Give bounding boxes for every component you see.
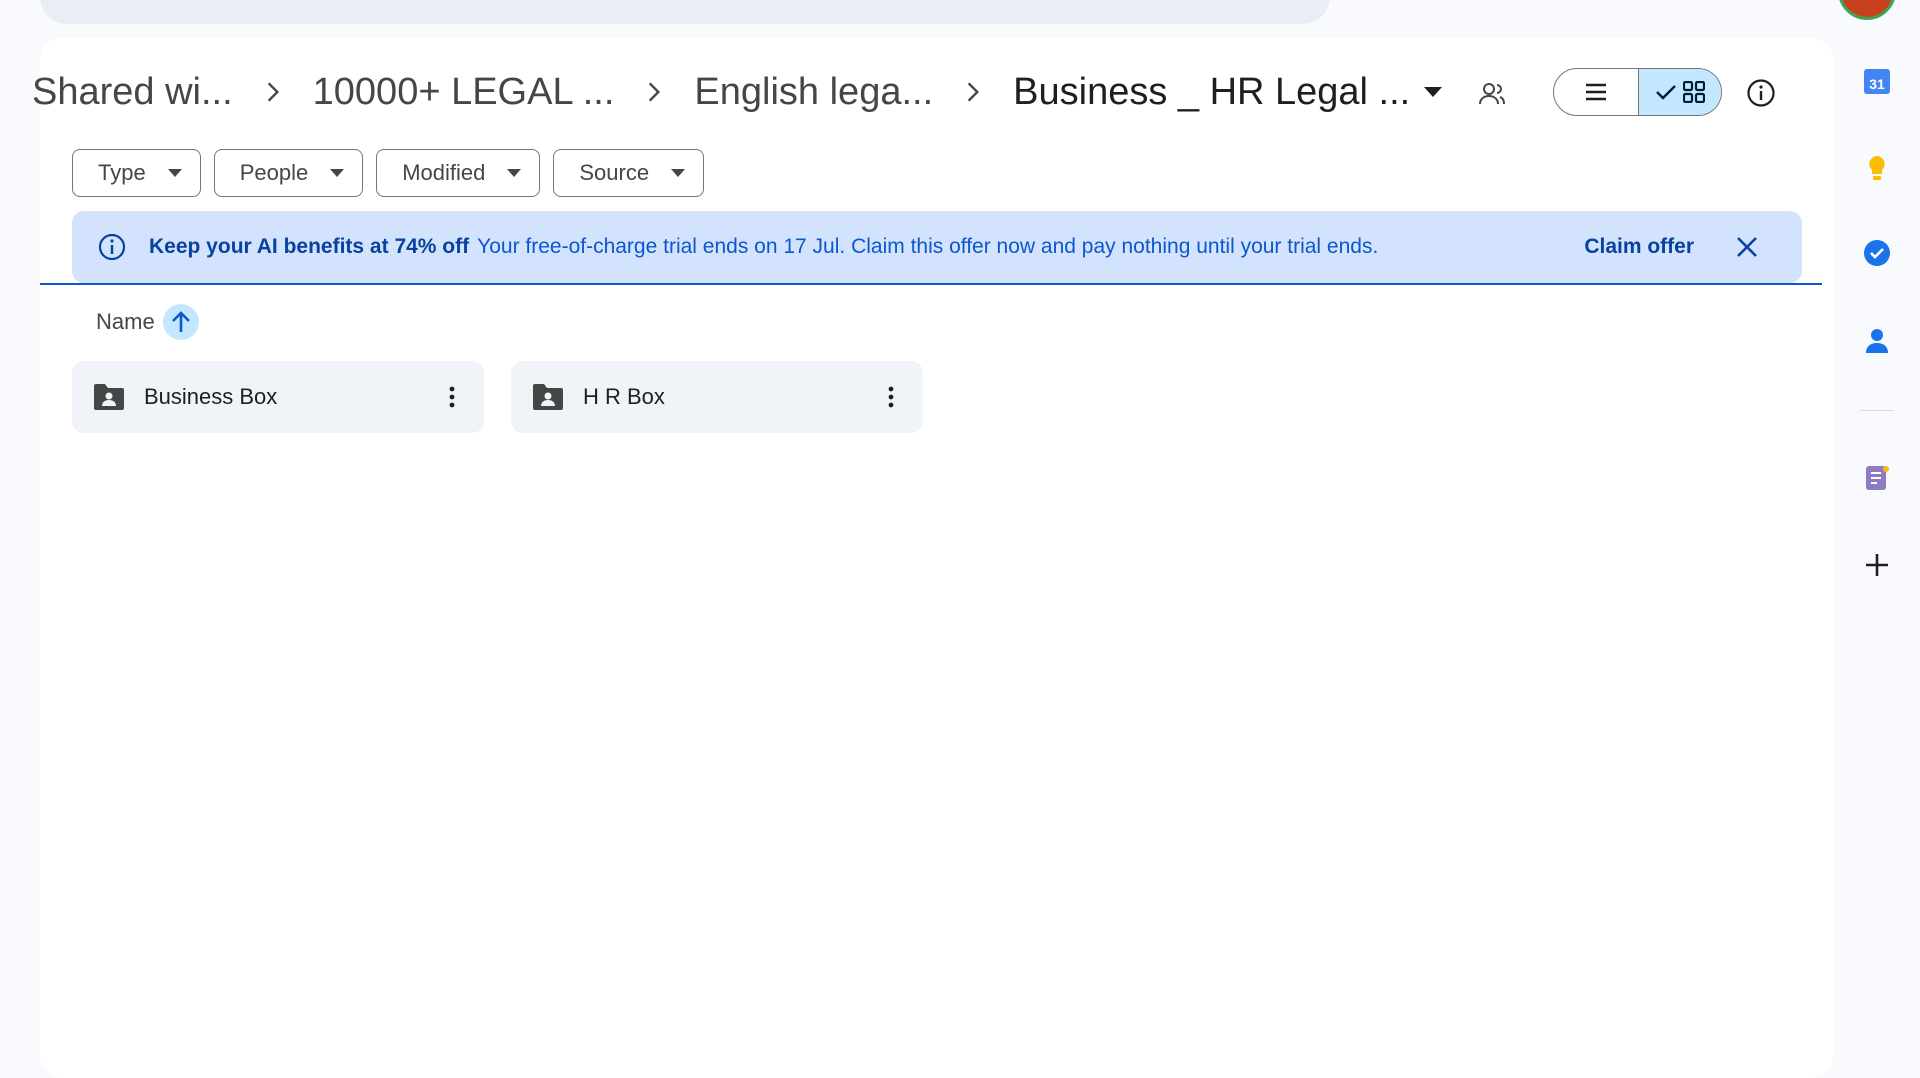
filter-label: Type bbox=[98, 160, 146, 185]
check-icon bbox=[1656, 85, 1676, 100]
gemini-icon[interactable] bbox=[1712, 0, 1736, 4]
breadcrumb-item-current[interactable]: Business _ HR Legal ... bbox=[1013, 71, 1410, 114]
calendar-icon[interactable]: 31 bbox=[1862, 66, 1892, 96]
breadcrumb-item-english[interactable]: English lega... bbox=[694, 71, 933, 114]
breadcrumb-item-legal[interactable]: 10000+ LEGAL ... bbox=[313, 71, 615, 114]
more-vert-icon[interactable] bbox=[432, 377, 472, 417]
sort-header[interactable]: Name bbox=[96, 304, 199, 340]
folder-card-business-box[interactable]: Business Box bbox=[72, 361, 484, 433]
filter-people[interactable]: People bbox=[213, 149, 364, 197]
chevron-right-icon bbox=[233, 79, 313, 105]
breadcrumb-item-shared[interactable]: Shared wi... bbox=[32, 71, 233, 114]
promo-banner: Keep your AI benefits at 74% off Your fr… bbox=[72, 211, 1802, 283]
filter-bar: Type People Modified Source bbox=[72, 149, 705, 197]
search-bar[interactable] bbox=[40, 0, 1330, 24]
folder-name: Business Box bbox=[144, 384, 278, 409]
caret-down-icon bbox=[671, 169, 686, 177]
list-icon bbox=[1586, 83, 1606, 101]
plus-icon[interactable] bbox=[1862, 550, 1892, 580]
shared-folder-icon bbox=[94, 384, 124, 410]
avatar[interactable] bbox=[1838, 0, 1896, 20]
filter-label: Modified bbox=[402, 160, 486, 185]
tune-icon[interactable] bbox=[1205, 0, 1229, 4]
caret-down-icon[interactable] bbox=[1424, 87, 1443, 97]
grid-icon bbox=[1683, 81, 1705, 103]
settings-icon[interactable] bbox=[1640, 0, 1664, 4]
chevron-right-icon bbox=[933, 79, 1013, 105]
sort-label: Name bbox=[96, 309, 155, 334]
folder-name: H R Box bbox=[583, 384, 665, 409]
calendar-day: 31 bbox=[1869, 76, 1885, 92]
help-icon[interactable] bbox=[1565, 0, 1589, 4]
forms-icon[interactable] bbox=[1862, 463, 1892, 493]
shared-folder-icon bbox=[533, 384, 563, 410]
filter-label: People bbox=[239, 160, 309, 185]
caret-down-icon bbox=[507, 169, 522, 177]
more-vert-icon[interactable] bbox=[871, 377, 911, 417]
info-icon[interactable] bbox=[1746, 78, 1776, 108]
keep-icon[interactable] bbox=[1862, 153, 1892, 183]
filter-label: Source bbox=[579, 160, 650, 185]
folder-card-hr-box[interactable]: H R Box bbox=[511, 361, 923, 433]
divider bbox=[40, 283, 1822, 285]
info-icon bbox=[98, 233, 126, 261]
grid-view-button[interactable] bbox=[1639, 69, 1721, 115]
arrow-up-icon[interactable] bbox=[162, 304, 199, 340]
close-icon[interactable] bbox=[1734, 234, 1760, 260]
banner-message: Your free-of-charge trial ends on 17 Jul… bbox=[477, 235, 1379, 258]
caret-down-icon bbox=[330, 169, 345, 177]
banner-title: Keep your AI benefits at 74% off bbox=[149, 235, 470, 258]
divider bbox=[1860, 410, 1894, 411]
list-view-button[interactable] bbox=[1554, 69, 1639, 115]
filter-modified[interactable]: Modified bbox=[376, 149, 541, 197]
claim-offer-button[interactable]: Claim offer bbox=[1584, 235, 1694, 259]
view-toggle bbox=[1553, 68, 1722, 116]
folder-grid: Business Box H R Box bbox=[72, 361, 923, 433]
filter-type[interactable]: Type bbox=[72, 149, 201, 197]
chevron-right-icon bbox=[614, 79, 694, 105]
filter-source[interactable]: Source bbox=[553, 149, 705, 197]
shared-people-icon[interactable] bbox=[1478, 80, 1506, 108]
breadcrumb: Shared wi... 10000+ LEGAL ... English le… bbox=[32, 64, 1443, 120]
contacts-icon[interactable] bbox=[1862, 325, 1892, 355]
caret-down-icon bbox=[167, 169, 182, 177]
tasks-icon[interactable] bbox=[1862, 238, 1892, 268]
